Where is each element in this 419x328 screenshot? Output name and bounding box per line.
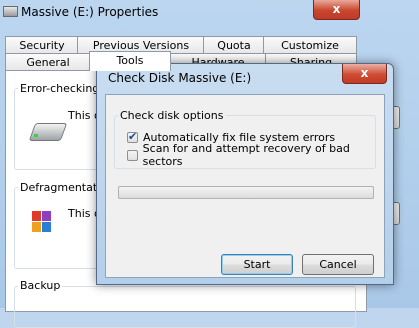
drive-led [34, 134, 38, 137]
scan-bad-sectors-checkbox[interactable] [127, 149, 138, 161]
backup-group [14, 286, 356, 328]
drive-small-icon [3, 6, 18, 17]
tab-quota[interactable]: Quota [203, 36, 265, 54]
drive-icon [28, 123, 68, 141]
tab-security[interactable]: Security [5, 36, 79, 54]
tab-general[interactable]: General [5, 53, 91, 71]
close-icon: x [360, 66, 369, 80]
defrag-icon [32, 211, 52, 233]
tab-customize[interactable]: Customize [263, 36, 357, 54]
dialog-title: Check Disk Massive (E:) [108, 71, 252, 85]
window-title: Massive (E:) Properties [21, 5, 159, 19]
progress-bar [118, 186, 374, 199]
dialog-close-button[interactable]: x [342, 64, 387, 84]
scan-bad-sectors-label: Scan for and attempt recovery of bad sec… [142, 142, 350, 168]
option-scan-bad-sectors[interactable]: Scan for and attempt recovery of bad sec… [127, 142, 384, 168]
tab-tools[interactable]: Tools [89, 51, 171, 71]
cancel-button[interactable]: Cancel [302, 254, 374, 275]
backup-label: Backup [18, 279, 63, 292]
start-button[interactable]: Start [221, 254, 293, 275]
close-button[interactable]: x [313, 0, 360, 20]
check-disk-dialog: Check Disk Massive (E:) x Check disk opt… [96, 63, 394, 285]
error-checking-label: Error-checking [18, 82, 102, 95]
check-disk-options-label: Check disk options [118, 109, 226, 122]
fix-errors-checkbox[interactable] [127, 130, 138, 143]
close-icon: x [332, 2, 341, 16]
dialog-body: Check disk options Automatically fix fil… [105, 94, 385, 278]
